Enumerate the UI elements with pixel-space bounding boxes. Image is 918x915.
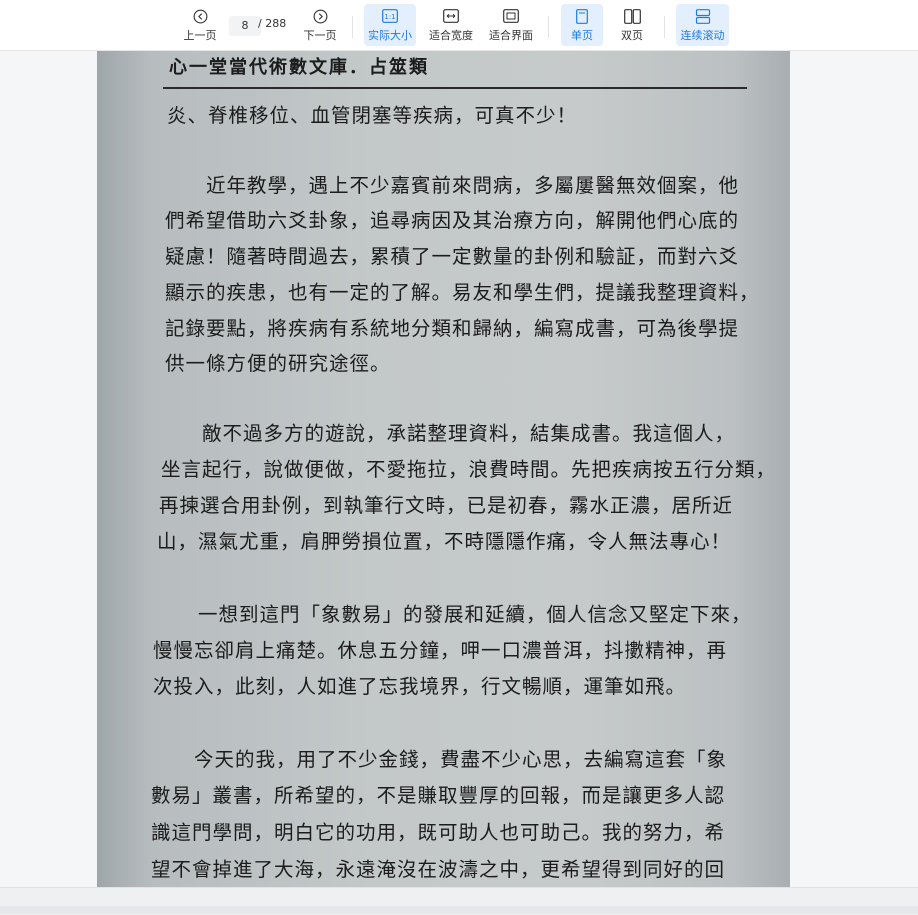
fit-page-label: 适合界面 xyxy=(489,29,533,42)
double-page-icon xyxy=(623,7,641,25)
toolbar-divider xyxy=(352,16,353,38)
svg-text:1:1: 1:1 xyxy=(384,13,395,21)
text-line: 望不會掉進了大海，永遠淹沒在波濤之中，更希望得到同好的回 xyxy=(151,858,726,881)
single-page-label: 单页 xyxy=(571,29,593,42)
chevron-right-circle-icon xyxy=(311,7,329,25)
text-line: 顯示的疾患，也有一定的了解。易友和學生們，提議我整理資料， xyxy=(165,281,760,304)
text-line: 疑慮！隨著時間過去，累積了一定數量的卦例和驗証，而對六爻 xyxy=(165,245,740,268)
chevron-left-circle-icon xyxy=(191,7,209,25)
header-rule xyxy=(163,87,747,89)
horizontal-scrollbar[interactable] xyxy=(0,887,918,915)
actual-size-icon: 1:1 xyxy=(381,7,399,25)
continuous-scroll-icon xyxy=(694,7,712,25)
document-viewer[interactable]: 心一堂當代術數文庫．占筮類 炎、脊椎移位、血管閉塞等疾病，可真不少！ 近年教學，… xyxy=(0,51,918,887)
next-page-button[interactable]: 下一页 xyxy=(300,4,340,46)
text-line: 再揀選合用卦例，到執筆行文時，已是初春，霧水正濃，居所近 xyxy=(159,494,734,517)
prev-page-button[interactable]: 上一页 xyxy=(180,4,220,46)
fit-page-button[interactable]: 适合界面 xyxy=(486,4,536,46)
text-line: 識這門學問，明白它的功用，既可助人也可助己。我的努力，希 xyxy=(151,821,726,844)
scanned-page: 心一堂當代術數文庫．占筮類 炎、脊椎移位、血管閉塞等疾病，可真不少！ 近年教學，… xyxy=(97,51,790,887)
fit-width-button[interactable]: 适合宽度 xyxy=(426,4,476,46)
text-line: 供一條方便的研究途徑。 xyxy=(165,352,391,375)
actual-size-button[interactable]: 1:1 实际大小 xyxy=(364,4,416,46)
text-line: 數易」叢書，所希望的，不是賺取豐厚的回報，而是讓更多人認 xyxy=(151,784,726,807)
toolbar-divider xyxy=(664,16,665,38)
total-pages: / 288 xyxy=(258,17,287,30)
text-line: 山，濕氣尤重，肩胛勞損位置，不時隱隱作痛，令人無法專心！ xyxy=(157,530,732,553)
text-line: 們希望借助六爻卦象，追尋病因及其治療方向，解開他們心底的 xyxy=(165,209,740,232)
continuous-scroll-button[interactable]: 连续滚动 xyxy=(676,4,729,46)
double-page-button[interactable]: 双页 xyxy=(611,4,653,46)
page-header: 心一堂當代術數文庫．占筮類 xyxy=(169,57,429,78)
single-page-button[interactable]: 单页 xyxy=(561,4,603,46)
text-line: 一想到這門「象數易」的發展和延續，個人信念又堅定下來， xyxy=(157,603,752,626)
text-line: 敵不過多方的遊說，承諾整理資料，結集成書。我這個人， xyxy=(161,422,736,445)
continuous-scroll-label: 连续滚动 xyxy=(680,29,725,42)
scrollbar-track[interactable] xyxy=(0,906,918,914)
text-line: 記錄要點，將疾病有系統地分類和歸納，編寫成書，可為後學提 xyxy=(165,317,740,340)
single-page-icon xyxy=(573,7,591,25)
text-line: 慢慢忘卻肩上痛楚。休息五分鐘，呷一口濃普洱，抖擻精神，再 xyxy=(153,639,728,662)
fit-width-icon xyxy=(442,7,460,25)
text-line: 近年教學，遇上不少嘉賓前來問病，多屬屢醫無效個案，他 xyxy=(165,174,740,197)
next-page-label: 下一页 xyxy=(303,29,337,42)
current-page-input[interactable]: 8 xyxy=(229,16,261,36)
text-line: 今天的我，用了不少金錢，費盡不少心思，去編寫這套「象 xyxy=(153,748,728,771)
text-line: 炎、脊椎移位、血管閉塞等疾病，可真不少！ xyxy=(167,104,578,127)
fit-page-icon xyxy=(502,7,520,25)
double-page-label: 双页 xyxy=(621,29,643,42)
toolbar-divider xyxy=(548,16,549,38)
text-line: 次投入，此刻，人如進了忘我境界，行文暢順，運筆如飛。 xyxy=(153,675,687,698)
fit-width-label: 适合宽度 xyxy=(429,29,473,42)
text-line: 坐言起行，說做便做，不愛拖拉，浪費時間。先把疾病按五行分類， xyxy=(161,458,777,481)
viewer-toolbar: 上一页 8 / 288 下一页 1:1 实际大小 适合宽度 适合界面 单页 双页… xyxy=(0,0,918,51)
prev-page-label: 上一页 xyxy=(183,29,217,42)
actual-size-label: 实际大小 xyxy=(368,29,412,42)
